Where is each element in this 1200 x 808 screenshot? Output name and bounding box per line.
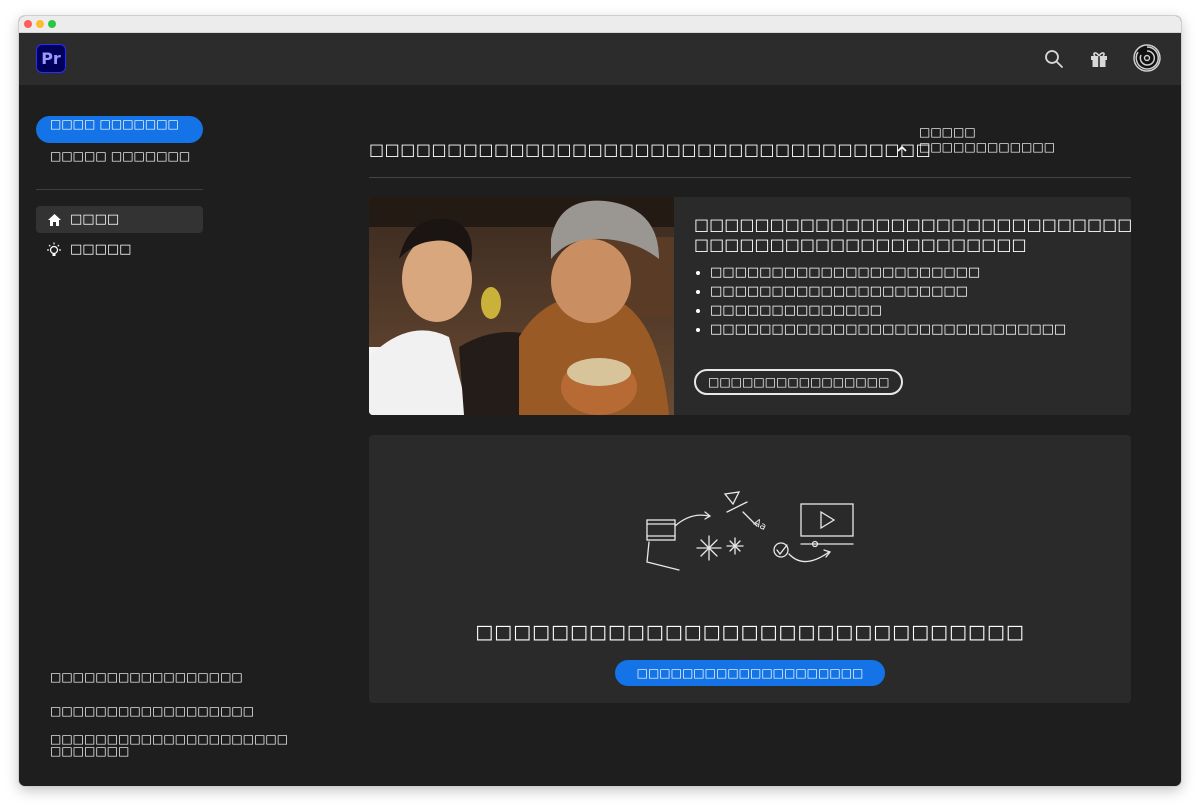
page-title: □□□□□□□□□□□□□□□□□□□□□□□□□□□□□□□□□□□□ (369, 140, 932, 159)
sidebar-item-learn[interactable]: □□□□□ (36, 236, 203, 263)
svg-text:Aa: Aa (752, 517, 769, 533)
empty-state-card: Aa □□□□□□□□□□□□□□□□□□□□□□□□□□□□□ □□□□□□□… (369, 435, 1131, 703)
maximize-window-button[interactable] (48, 20, 56, 28)
feature-card-body: □□□□□□□□□□□□□□□□□□□□□□□□□□□□□ □□□□□□□□□□… (694, 215, 1131, 341)
app-window: Pr □□□□ □□□□□□□ □□□□□ □□□□□□□ □□□□ □□□□□… (19, 16, 1181, 786)
profile-avatar-icon[interactable] (1132, 43, 1162, 73)
minimize-window-button[interactable] (36, 20, 44, 28)
sidebar-footer-link[interactable]: □□□□□□□□□□□□□□□□□ (50, 671, 300, 683)
lightbulb-icon (46, 242, 62, 258)
workflow-illustration-icon: Aa (639, 490, 859, 580)
app-header: Pr (19, 33, 1181, 85)
list-item: □□□□□□□□□□□□□□□□□□□□□□□□□□□□□ (710, 322, 1114, 337)
sidebar: □□□□ □□□□□□□ □□□□□ □□□□□□□ □□□□ □□□□□ □□… (19, 85, 339, 786)
list-item: □□□□□□□□□□□□□□ (710, 303, 1114, 318)
collapse-label: □□□□□ □□□□□□□□□□□□ (919, 125, 1056, 154)
sidebar-tab[interactable]: □□□□□ □□□□□□□ (36, 148, 203, 178)
feature-card-title: □□□□□□□□□□□□□□□□□□□□□□□□□□□□□ □□□□□□□□□□… (694, 215, 1131, 254)
primary-action-button[interactable]: □□□□□□□□□□□□□□□□□□□□ (615, 660, 885, 686)
sidebar-tab-active[interactable]: □□□□ □□□□□□□ (36, 116, 203, 143)
premiere-logo: Pr (36, 44, 66, 73)
feature-card: □□□□□□□□□□□□□□□□□□□□□□□□□□□□□ □□□□□□□□□□… (369, 197, 1131, 415)
feature-photo (369, 197, 674, 415)
gift-icon[interactable] (1086, 46, 1112, 72)
sidebar-item-home[interactable]: □□□□ (36, 206, 203, 233)
feature-bullets: □□□□□□□□□□□□□□□□□□□□□□ □□□□□□□□□□□□□□□□□… (694, 265, 1114, 337)
list-item: □□□□□□□□□□□□□□□□□□□□□□ (710, 265, 1114, 280)
close-window-button[interactable] (24, 20, 32, 28)
collapse-button[interactable]: □□□□□ □□□□□□□□□□□□ (897, 125, 1069, 155)
list-item: □□□□□□□□□□□□□□□□□□□□□ (710, 284, 1114, 299)
sidebar-item-label: □□□□ (70, 212, 120, 227)
search-icon[interactable] (1041, 46, 1067, 72)
sidebar-item-label: □□□□□ (70, 242, 132, 257)
sidebar-footer-link[interactable]: □□□□□□□□□□□□□□□□□□□□□ □□□□□□□ (50, 733, 298, 757)
sidebar-footer-link[interactable]: □□□□□□□□□□□□□□□□□□ (50, 705, 300, 717)
sidebar-divider (36, 189, 203, 190)
feature-card-button[interactable]: □□□□□□□□□□□□□□□□ (694, 369, 904, 395)
section-header: □□□□□□□□□□□□□□□□□□□□□□□□□□□□□□□□□□□□ □□□… (369, 85, 1131, 178)
home-icon (46, 212, 62, 228)
chevron-up-icon (897, 142, 909, 155)
empty-state-title: □□□□□□□□□□□□□□□□□□□□□□□□□□□□□ (475, 621, 1025, 643)
window-titlebar (19, 16, 1181, 33)
